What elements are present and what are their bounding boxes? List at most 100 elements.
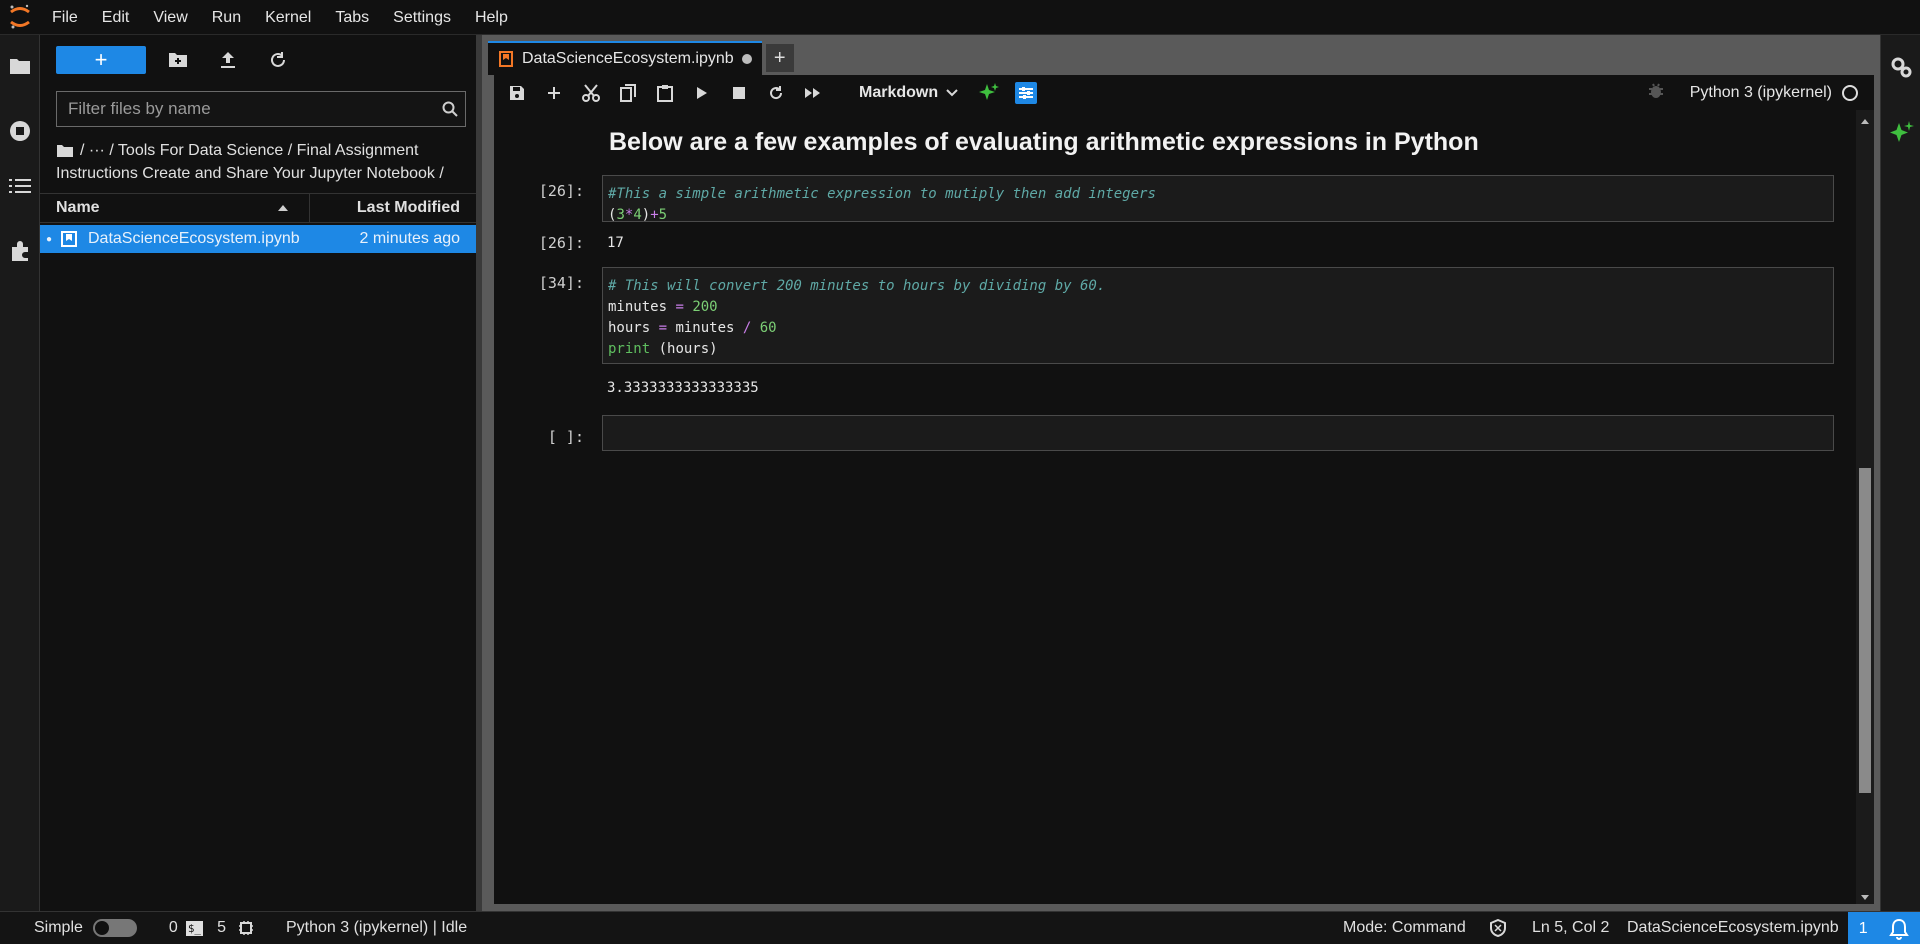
notebook-file-icon xyxy=(60,230,78,248)
breadcrumb: / ··· / Tools For Data Science / Final A… xyxy=(56,139,466,185)
code-cell-editor[interactable]: # This will convert 200 minutes to hours… xyxy=(602,267,1834,364)
unsaved-changes-icon[interactable] xyxy=(741,54,752,64)
kernel-name-button[interactable]: Python 3 (ipykernel) xyxy=(1690,84,1832,102)
menu-help[interactable]: Help xyxy=(463,0,520,35)
new-launcher-button[interactable]: + xyxy=(56,46,146,74)
menu-bar: File Edit View Run Kernel Tabs Settings … xyxy=(0,0,1920,35)
notifications-button[interactable]: 1 xyxy=(1848,912,1920,944)
run-cell-icon[interactable] xyxy=(691,82,713,104)
scrollbar-thumb[interactable] xyxy=(1859,468,1871,793)
kernel-status-text[interactable]: Python 3 (ipykernel) | Idle xyxy=(286,919,467,937)
breadcrumb-path-line1[interactable]: / ··· / Tools For Data Science / Final A… xyxy=(80,139,419,162)
cell-type-value: Markdown xyxy=(859,83,939,101)
trust-shield-icon[interactable] xyxy=(1490,919,1506,937)
extension-puzzle-icon[interactable] xyxy=(6,237,34,265)
menu-run[interactable]: Run xyxy=(200,0,253,35)
file-filter-field xyxy=(56,91,466,127)
jupyter-logo-icon xyxy=(0,0,40,35)
left-activity-bar xyxy=(0,35,40,911)
kernel-indicator: Python 3 (ipykernel) xyxy=(1648,75,1858,110)
menu-edit[interactable]: Edit xyxy=(90,0,142,35)
file-browser-toolbar: + xyxy=(56,45,290,75)
cursor-position[interactable]: Ln 5, Col 2 xyxy=(1532,919,1609,937)
kernel-idle-status-icon xyxy=(1842,84,1858,101)
scroll-up-arrow-icon[interactable] xyxy=(1859,113,1871,124)
cell-type-dropdown[interactable]: Markdown xyxy=(859,84,958,102)
menu-kernel[interactable]: Kernel xyxy=(253,0,323,35)
chevron-down-icon xyxy=(946,88,958,96)
terminal-icon: $_ xyxy=(185,920,204,936)
folder-icon[interactable] xyxy=(6,52,34,80)
notebook-mode: Mode: Command xyxy=(1343,919,1466,936)
menu-settings[interactable]: Settings xyxy=(381,0,463,35)
cut-icon[interactable] xyxy=(580,82,602,104)
column-header-name[interactable]: Name xyxy=(40,194,310,222)
bell-icon xyxy=(1889,918,1910,940)
scroll-down-arrow-icon[interactable] xyxy=(1859,890,1871,900)
code-comment: # This will convert 200 minutes to hours… xyxy=(608,278,1106,294)
search-icon xyxy=(435,101,465,117)
simple-mode-toggle[interactable]: Simple xyxy=(34,919,137,937)
file-list-header: Name Last Modified xyxy=(40,193,476,223)
sort-ascending-icon xyxy=(277,199,289,217)
property-inspector-icon[interactable] xyxy=(1015,81,1038,104)
running-sessions-icon[interactable] xyxy=(6,117,34,145)
file-filter-input[interactable] xyxy=(57,99,435,119)
document-tab-bar: DataScienceEcosystem.ipynb + xyxy=(488,41,794,75)
code-line: hours = minutes / 60 xyxy=(608,320,777,336)
column-header-last-modified[interactable]: Last Modified xyxy=(310,199,476,217)
running-indicator-icon: ● xyxy=(46,233,53,245)
terminals-counter[interactable]: 0 $_ 5 xyxy=(169,919,254,937)
save-icon[interactable] xyxy=(506,82,528,104)
insert-cell-icon[interactable] xyxy=(543,82,565,104)
code-line: print (hours) xyxy=(608,341,718,357)
code-line: (3*4)+5 xyxy=(608,207,668,223)
notebook-content: Below are a few examples of evaluating a… xyxy=(494,110,1856,904)
interrupt-kernel-icon[interactable] xyxy=(728,82,750,104)
cell-output: 17 xyxy=(607,235,624,251)
debugger-bug-icon[interactable] xyxy=(1648,81,1664,104)
breadcrumb-home-folder-icon[interactable] xyxy=(56,144,74,158)
status-bar: Simple 0 $_ 5 Python 3 (ipykernel) | Idl… xyxy=(0,911,1920,944)
input-prompt: [26]: xyxy=(538,182,584,200)
breadcrumb-path-line2[interactable]: Instructions Create and Share Your Jupyt… xyxy=(56,162,466,185)
restart-kernel-icon[interactable] xyxy=(765,82,787,104)
restart-run-all-icon[interactable] xyxy=(802,82,824,104)
count-b: 5 xyxy=(217,919,226,936)
paste-icon[interactable] xyxy=(654,82,676,104)
new-folder-icon[interactable] xyxy=(166,48,190,72)
menu-file[interactable]: File xyxy=(40,0,90,35)
empty-code-cell-editor[interactable] xyxy=(602,415,1834,451)
notebook-area: DataScienceEcosystem.ipynb + Markdown Py… xyxy=(482,35,1880,911)
count-a: 0 xyxy=(168,919,178,936)
notebook-scrollbar[interactable] xyxy=(1856,110,1874,904)
file-last-modified: 2 minutes ago xyxy=(359,230,460,247)
notebook-toolbar: Markdown Python 3 (ipykernel) xyxy=(494,75,1874,110)
code-cell-editor[interactable]: #This a simple arithmetic expression to … xyxy=(602,175,1834,223)
property-inspector-gears-icon[interactable] xyxy=(1889,55,1913,84)
ai-sparkle-icon[interactable] xyxy=(978,82,1000,104)
toggle-switch[interactable] xyxy=(92,919,137,937)
file-browser-panel: + / ··· / Tools For Data Science / Final… xyxy=(40,35,482,911)
tab-datascienceecosystem[interactable]: DataScienceEcosystem.ipynb xyxy=(488,41,762,75)
table-of-contents-icon[interactable] xyxy=(6,172,34,200)
status-filename: DataScienceEcosystem.ipynb xyxy=(1627,919,1839,936)
copy-icon[interactable] xyxy=(617,82,639,104)
file-list-item[interactable]: ● DataScienceEcosystem.ipynb 2 minutes a… xyxy=(40,225,476,253)
upload-icon[interactable] xyxy=(216,48,240,72)
cell-output: 3.3333333333333335 xyxy=(607,380,759,396)
kernel-chip-icon xyxy=(238,920,254,936)
ai-assistant-sparkle-icon[interactable] xyxy=(1889,120,1915,151)
file-name: DataScienceEcosystem.ipynb xyxy=(88,230,300,247)
code-line: minutes = 200 xyxy=(608,299,718,315)
markdown-heading[interactable]: Below are a few examples of evaluating a… xyxy=(609,128,1479,157)
notification-count: 1 xyxy=(1858,919,1868,937)
right-sidebar xyxy=(1880,35,1920,911)
new-tab-button[interactable]: + xyxy=(765,44,794,72)
menu-tabs[interactable]: Tabs xyxy=(323,0,381,35)
input-prompt: [34]: xyxy=(538,274,584,292)
notebook-tab-icon xyxy=(498,51,514,67)
menu-view[interactable]: View xyxy=(141,0,199,35)
refresh-icon[interactable] xyxy=(266,48,290,72)
column-name-label: Name xyxy=(56,199,100,216)
